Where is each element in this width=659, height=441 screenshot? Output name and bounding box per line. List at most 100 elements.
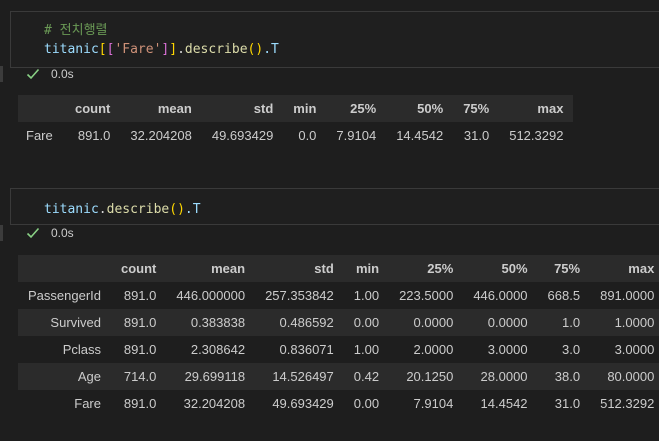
table-cell: 32.204208 xyxy=(130,128,192,143)
table-cell: 0.383838 xyxy=(190,315,246,330)
table-row: PassengerId 891.0 446.000000 257.353842 … xyxy=(18,282,659,309)
table-cell: 80.0000 xyxy=(607,369,655,384)
column-header: 50% xyxy=(463,255,538,282)
table-cell: 446.000000 xyxy=(176,288,246,303)
row-label: PassengerId xyxy=(28,288,101,303)
code-string: 'Fare' xyxy=(114,42,162,57)
output-table-1: count mean std min 25% 50% 75% max Fare … xyxy=(18,95,574,149)
table-cell: 38.0 xyxy=(554,369,581,384)
table-cell: 14.526497 xyxy=(272,369,334,384)
table-row: Fare 891.0 32.204208 49.693429 0.0 7.910… xyxy=(18,122,573,149)
column-header: std xyxy=(201,95,284,122)
column-header: max xyxy=(590,255,659,282)
code-parens: () xyxy=(247,42,264,57)
table-cell: 0.836071 xyxy=(279,342,334,357)
table-cell: 891.0 xyxy=(123,288,157,303)
column-header-index xyxy=(18,95,65,122)
cell-status-bar xyxy=(0,66,3,82)
table-cell: 2.0000 xyxy=(413,342,454,357)
execution-time: 0.0s xyxy=(51,67,74,81)
cell-status-2: 0.0s xyxy=(0,225,659,243)
code-editor-1[interactable]: # 전치행렬 titanic[['Fare']].describe().T xyxy=(44,21,279,59)
column-header: 75% xyxy=(453,95,500,122)
row-label: Survived xyxy=(50,315,101,330)
table-cell: 3.0000 xyxy=(614,342,655,357)
code-parens: () xyxy=(169,202,185,217)
column-header: 25% xyxy=(389,255,464,282)
table-cell: 891.0 xyxy=(123,315,157,330)
code-variable: titanic xyxy=(44,42,99,57)
column-header: mean xyxy=(120,95,202,122)
column-header: count xyxy=(111,255,167,282)
row-label: Pclass xyxy=(62,342,101,357)
table-cell: 0.486592 xyxy=(279,315,334,330)
code-line-comment: # 전치행렬 xyxy=(44,21,279,40)
column-header: 25% xyxy=(326,95,387,122)
table-cell: 20.1250 xyxy=(406,369,454,384)
column-header-index xyxy=(18,255,111,282)
code-bracket-close: ] xyxy=(169,42,178,57)
table-cell: 14.4542 xyxy=(480,396,528,411)
code-line-statement: titanic.describe().T xyxy=(44,200,201,219)
code-comment: # 전치행렬 xyxy=(44,23,108,38)
table-cell: 3.0 xyxy=(562,342,581,357)
table-cell: 668.5 xyxy=(547,288,581,303)
code-attribute: .T xyxy=(263,42,279,57)
column-header: max xyxy=(499,95,574,122)
table-cell: 14.4542 xyxy=(396,128,444,143)
column-header: mean xyxy=(166,255,256,282)
code-variable: titanic xyxy=(44,202,99,217)
table-cell: 31.0 xyxy=(554,396,581,411)
column-header: min xyxy=(283,95,327,122)
table-cell: 1.00 xyxy=(353,288,380,303)
check-icon xyxy=(26,68,40,80)
table-cell: 891.0 xyxy=(123,396,157,411)
table-cell: 446.0000 xyxy=(473,288,528,303)
table-cell: 2.308642 xyxy=(190,342,246,357)
code-cell-1[interactable]: # 전치행렬 titanic[['Fare']].describe().T xyxy=(10,11,659,68)
table-cell: 891.0000 xyxy=(600,288,655,303)
table-cell: 223.5000 xyxy=(399,288,454,303)
table-row: Age 714.0 29.699118 14.526497 0.42 20.12… xyxy=(18,363,659,390)
table-cell: 257.353842 xyxy=(265,288,334,303)
code-editor-2[interactable]: titanic.describe().T xyxy=(44,200,201,219)
table-row: Pclass 891.0 2.308642 0.836071 1.00 2.00… xyxy=(18,336,659,363)
cell-status-bar xyxy=(0,225,3,241)
row-label: Fare xyxy=(26,128,53,143)
table-header-row: count mean std min 25% 50% 75% max xyxy=(18,95,574,122)
table-cell: 891.0 xyxy=(123,342,157,357)
check-icon xyxy=(26,227,40,239)
table-cell: 0.0 xyxy=(298,128,317,143)
table-cell: 49.693429 xyxy=(211,128,274,143)
column-header: 75% xyxy=(537,255,591,282)
table-cell: 49.693429 xyxy=(272,396,334,411)
execution-time: 0.0s xyxy=(51,226,74,240)
table-cell: 891.0 xyxy=(77,128,111,143)
table-cell: 512.3292 xyxy=(600,396,655,411)
table-cell: 7.9104 xyxy=(336,128,377,143)
table-cell: 0.00 xyxy=(353,396,380,411)
row-label: Age xyxy=(77,369,101,384)
code-line-statement: titanic[['Fare']].describe().T xyxy=(44,40,279,59)
table-cell: 28.0000 xyxy=(480,369,528,384)
table-row: Survived 891.0 0.383838 0.486592 0.00 0.… xyxy=(18,309,659,336)
code-cell-2[interactable]: titanic.describe().T xyxy=(10,188,659,225)
table-cell: 512.3292 xyxy=(509,128,564,143)
table-cell: 0.0000 xyxy=(487,315,528,330)
code-dot: . xyxy=(98,202,107,217)
output-table-2: count mean std min 25% 50% 75% max Passe… xyxy=(18,255,659,417)
column-header: std xyxy=(255,255,344,282)
table-cell: 7.9104 xyxy=(413,396,454,411)
table-cell: 1.00 xyxy=(353,342,380,357)
code-function: describe xyxy=(106,202,170,217)
column-header: 50% xyxy=(386,95,454,122)
table-cell: 3.0000 xyxy=(487,342,528,357)
table-cell: 1.0 xyxy=(562,315,581,330)
column-header: count xyxy=(65,95,121,122)
table-header-row: count mean std min 25% 50% 75% max xyxy=(18,255,659,282)
cell-status-1: 0.0s xyxy=(0,66,659,84)
notebook-page: # 전치행렬 titanic[['Fare']].describe().T 0.0… xyxy=(0,0,659,441)
table-cell: 32.204208 xyxy=(183,396,246,411)
code-attribute: .T xyxy=(184,202,201,217)
table-cell: 1.0000 xyxy=(614,315,655,330)
